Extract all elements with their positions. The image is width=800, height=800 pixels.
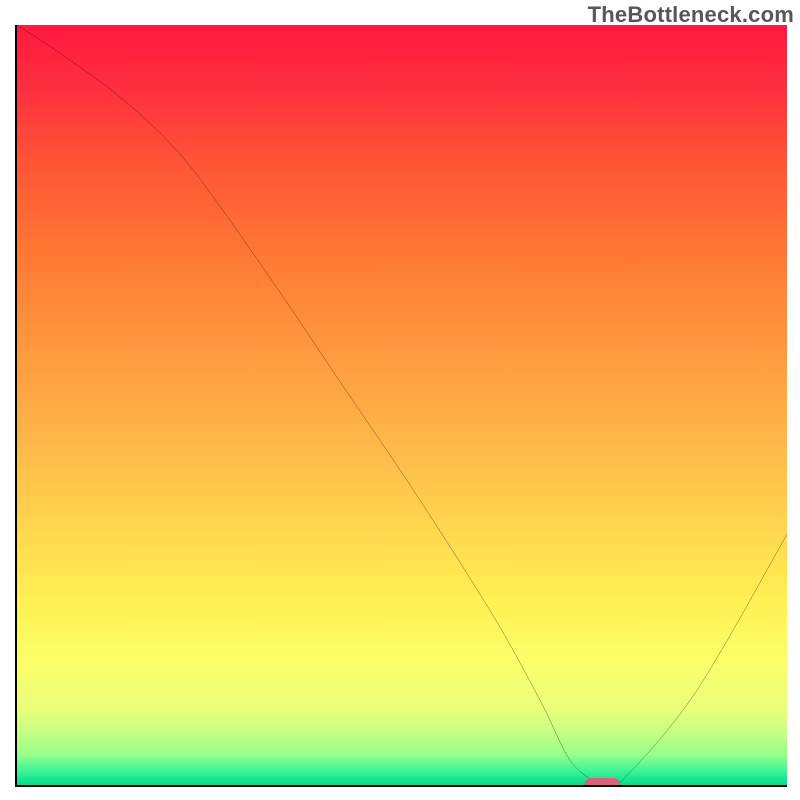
watermark-text: TheBottleneck.com [588, 2, 794, 28]
minimum-marker [584, 778, 619, 787]
chart-container: TheBottleneck.com [0, 0, 800, 800]
plot-area [15, 25, 787, 787]
bottleneck-curve [17, 25, 787, 785]
